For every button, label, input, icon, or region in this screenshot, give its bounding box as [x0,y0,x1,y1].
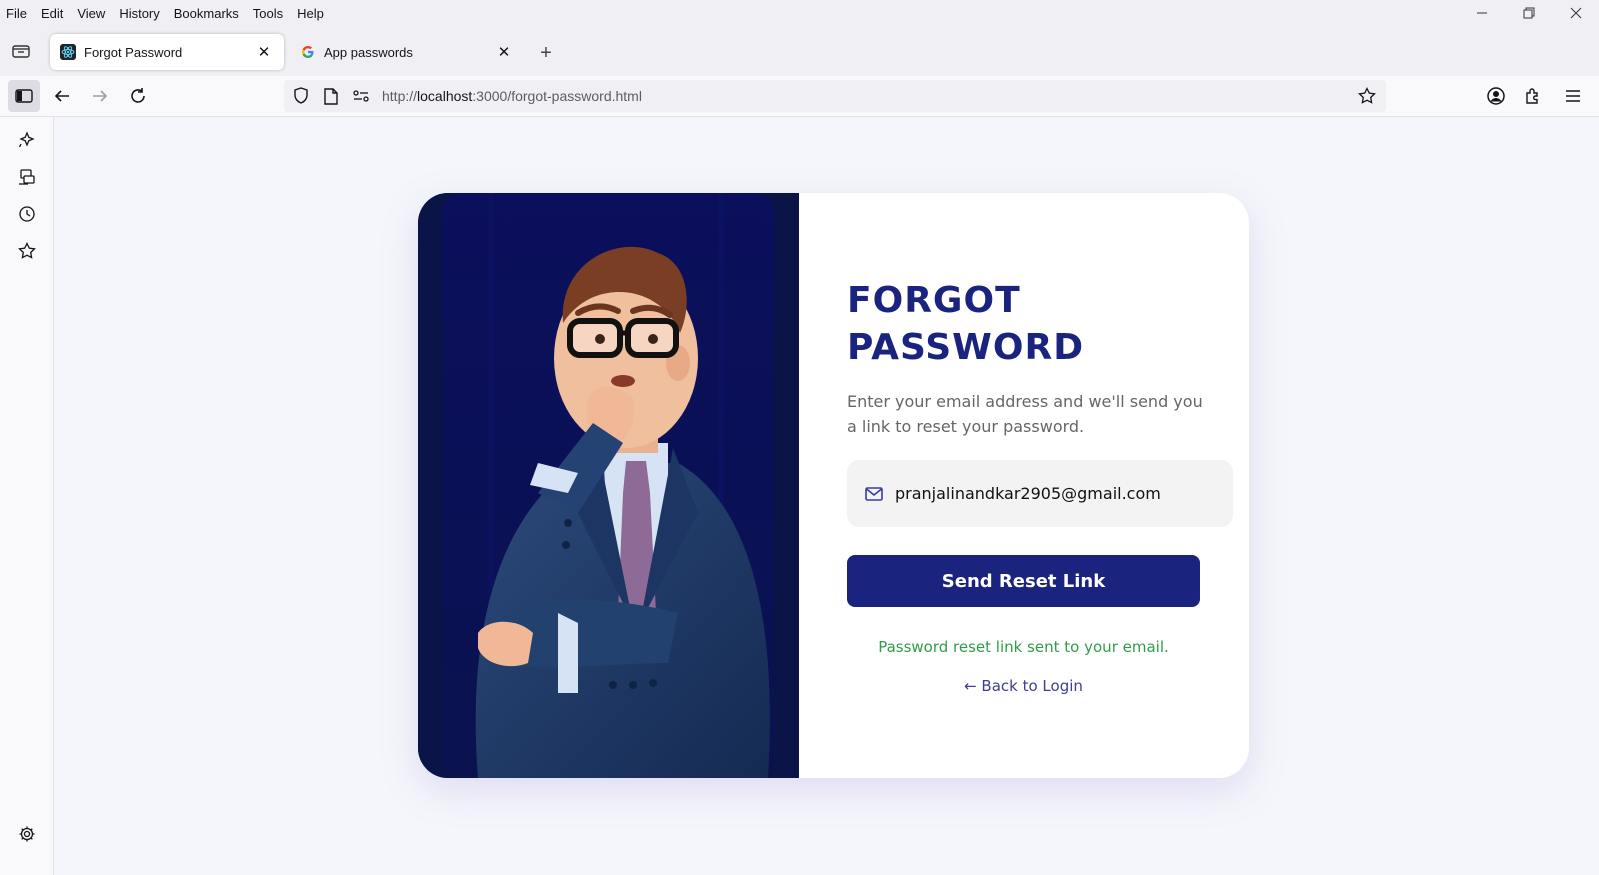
close-icon [1570,7,1581,19]
clock-icon [19,206,35,222]
puzzle-icon [1526,88,1538,104]
tab-title: Forgot Password [84,44,183,60]
success-message: Password reset link sent to your email. [878,638,1169,656]
arrow-left-icon [54,90,69,102]
form-panel: FORGOT PASSWORD Enter your email address… [799,193,1249,778]
tab-close-button[interactable]: ✕ [492,40,516,64]
account-icon [1487,87,1505,105]
restore-button[interactable] [1505,0,1552,26]
tab-list-button[interactable] [8,38,34,64]
synced-tabs-button[interactable] [14,164,40,190]
page-viewport: FORGOT PASSWORD Enter your email address… [54,117,1599,875]
new-tab-button[interactable]: + [534,41,558,65]
close-icon: ✕ [497,44,511,61]
permissions-icon[interactable] [348,83,374,109]
ai-chatbot-button[interactable] [14,127,40,153]
menu-edit[interactable]: Edit [41,6,63,21]
google-favicon-icon [300,44,316,60]
sidebar-toggle-button[interactable] [8,80,40,112]
sidebar-settings-button[interactable] [14,821,40,847]
close-icon: ✕ [257,44,271,61]
back-button[interactable] [46,80,78,112]
menu-help[interactable]: Help [297,6,324,21]
back-to-login-link[interactable]: ← Back to Login [847,677,1200,695]
bookmarks-button[interactable] [14,238,40,264]
minimize-icon [1476,12,1487,14]
instruction-text: Enter your email address and we'll send … [847,392,1203,436]
menu-view[interactable]: View [77,6,105,21]
account-button[interactable] [1480,80,1512,112]
navigation-toolbar: http://localhost:3000/forgot-password.ht… [0,76,1599,117]
menu-file[interactable]: File [6,6,27,21]
minimize-button[interactable] [1458,0,1505,26]
page-icon[interactable] [318,83,344,109]
email-input[interactable] [893,483,1217,504]
tab-title: App passwords [324,44,413,60]
plus-icon: + [540,41,552,64]
react-favicon-icon [60,44,76,60]
url-bar[interactable]: http://localhost:3000/forgot-password.ht… [284,80,1386,112]
reload-icon [131,88,145,103]
tab-list-icon [12,45,30,58]
extensions-button[interactable] [1517,80,1549,112]
tab-forgot-password[interactable]: Forgot Password ✕ [50,34,284,70]
illustration-panel [418,193,799,778]
page-title: FORGOT PASSWORD [847,280,1085,368]
forgot-password-card: FORGOT PASSWORD Enter your email address… [418,193,1249,778]
menu-tools[interactable]: Tools [253,6,283,21]
browser-sidebar [0,117,54,875]
synced-tabs-icon [19,169,35,185]
forward-button[interactable] [84,80,116,112]
shield-icon[interactable] [288,83,314,109]
menu-bar: File Edit View History Bookmarks Tools H… [0,0,1599,26]
restore-icon [1523,7,1534,19]
star-icon [18,242,36,259]
gear-icon [19,826,35,842]
email-field[interactable] [847,460,1233,527]
send-reset-link-button[interactable]: Send Reset Link [847,555,1200,607]
close-window-button[interactable] [1552,0,1599,26]
sidebar-icon [15,89,33,103]
menu-bookmarks[interactable]: Bookmarks [174,6,239,21]
mail-icon [865,485,883,503]
url-text[interactable]: http://localhost:3000/forgot-password.ht… [382,88,1350,104]
thinking-man-illustration [418,193,799,778]
arrow-right-icon [93,90,108,102]
hamburger-icon [1566,90,1580,102]
app-menu-button[interactable] [1558,80,1588,112]
bookmark-star-icon[interactable] [1354,83,1380,109]
menu-history[interactable]: History [119,6,159,21]
history-button[interactable] [14,201,40,227]
tab-close-button[interactable]: ✕ [252,40,276,64]
sparkle-icon [18,131,35,148]
tab-strip: Forgot Password ✕ App passwords ✕ + [0,32,1599,72]
reload-button[interactable] [122,80,154,112]
tab-app-passwords[interactable]: App passwords ✕ [290,34,524,70]
